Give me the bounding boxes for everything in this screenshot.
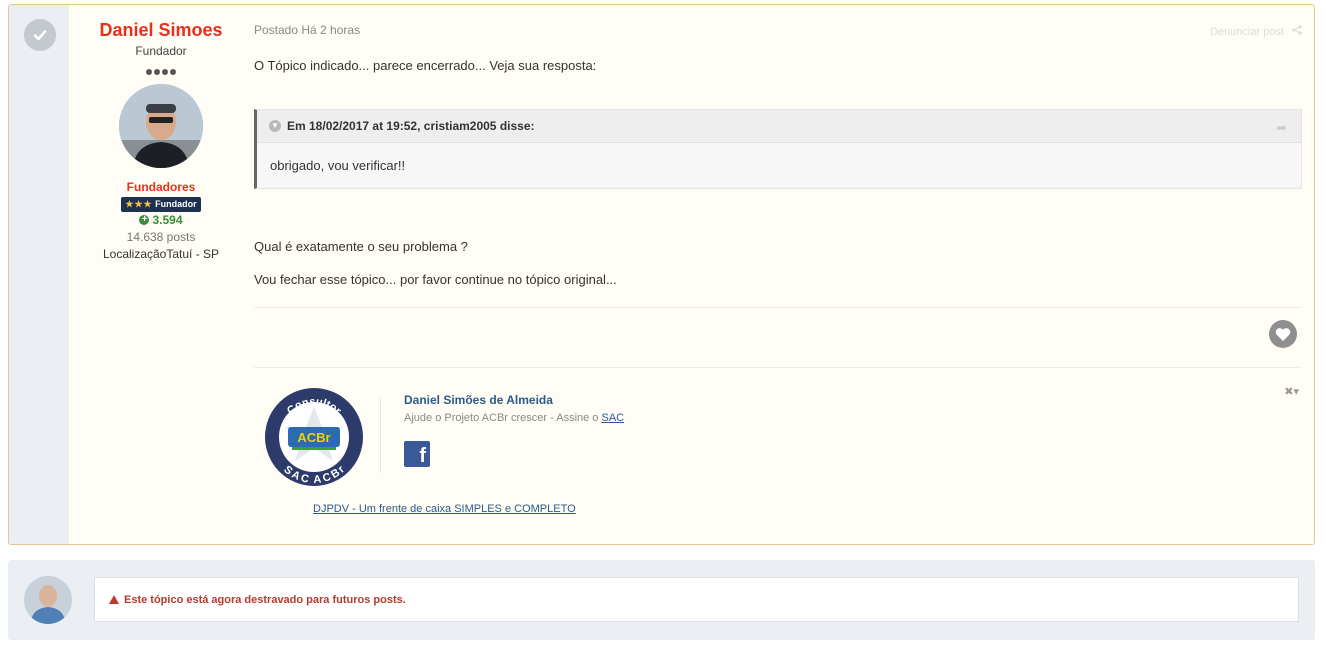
plus-circle-icon: + [139,215,150,225]
post-actions: Denunciar post [1210,25,1302,38]
signature-options-icon[interactable]: ✖▾ [1284,385,1299,398]
quote-link-icon[interactable]: ➦ [1276,120,1287,136]
post-meta: Postado Há 2 horas [254,23,361,37]
founder-badge: ★★★ Fundador [121,197,201,212]
rank-dots-icon [81,62,241,75]
stars-icon: ★★★ [125,199,153,209]
author-title: Fundador [135,44,187,58]
divider [254,367,1302,368]
signature-text: Ajude o Projeto ACBr crescer - Assine o [404,412,602,424]
post-paragraph: O Tópico indicado... parece encerrado...… [254,58,597,73]
post-paragraph: Vou fechar esse tópico... por favor cont… [254,272,617,287]
seal-logo-text: ACBr [297,430,330,445]
badge-label: Fundador [155,199,197,209]
facebook-icon[interactable]: f [404,441,430,467]
author-location: LocalizaçãoTatuí - SP [102,247,220,261]
quote-header[interactable]: ▼ Em 18/02/2017 at 19:52, cristiam2005 d… [257,110,1301,143]
like-heart-icon[interactable] [1269,320,1297,348]
divider [254,307,1302,308]
author-panel: Daniel Simoes Fundador Fundadores ★★★ Fu… [81,5,241,261]
forum-post: Daniel Simoes Fundador Fundadores ★★★ Fu… [8,4,1315,545]
consultor-seal-logo: ACBr Consultor SAC ACBr [264,387,364,492]
signature-name: Daniel Simões de Almeida [404,393,553,407]
share-icon[interactable] [1292,25,1302,38]
quote-text: obrigado, vou verificar!! [270,158,406,173]
avatar[interactable] [119,84,203,168]
topic-status-bar: Este tópico está agora destravado para f… [8,560,1315,640]
author-group: Fundadores [126,180,196,194]
reputation-value: 3.594 [152,213,183,227]
sac-link[interactable]: SAC [601,412,624,424]
report-link[interactable]: Denunciar post [1210,26,1284,38]
reputation[interactable]: + 3.594 [81,213,241,227]
check-icon[interactable] [24,19,56,51]
signature-line: Ajude o Projeto ACBr crescer - Assine o … [404,412,624,424]
chevron-down-icon[interactable]: ▼ [269,120,281,132]
topic-unlocked-notice: Este tópico está agora destravado para f… [94,577,1299,622]
post-side-strip [9,5,69,544]
quote-citation: Em 18/02/2017 at 19:52, cristiam2005 dis… [287,119,535,133]
notice-text: Este tópico está agora destravado para f… [124,593,406,606]
avatar[interactable] [24,576,72,624]
warning-icon [109,595,119,604]
posts-count: 14.638 posts [126,230,196,244]
signature-separator [380,397,381,473]
djpdv-link[interactable]: DJPDV - Um frente de caixa SIMPLES e COM… [313,503,576,515]
author-name[interactable]: Daniel Simoes [81,20,241,41]
quote-block: ▼ Em 18/02/2017 at 19:52, cristiam2005 d… [254,109,1302,189]
post-paragraph: Qual é exatamente o seu problema ? [254,239,468,254]
